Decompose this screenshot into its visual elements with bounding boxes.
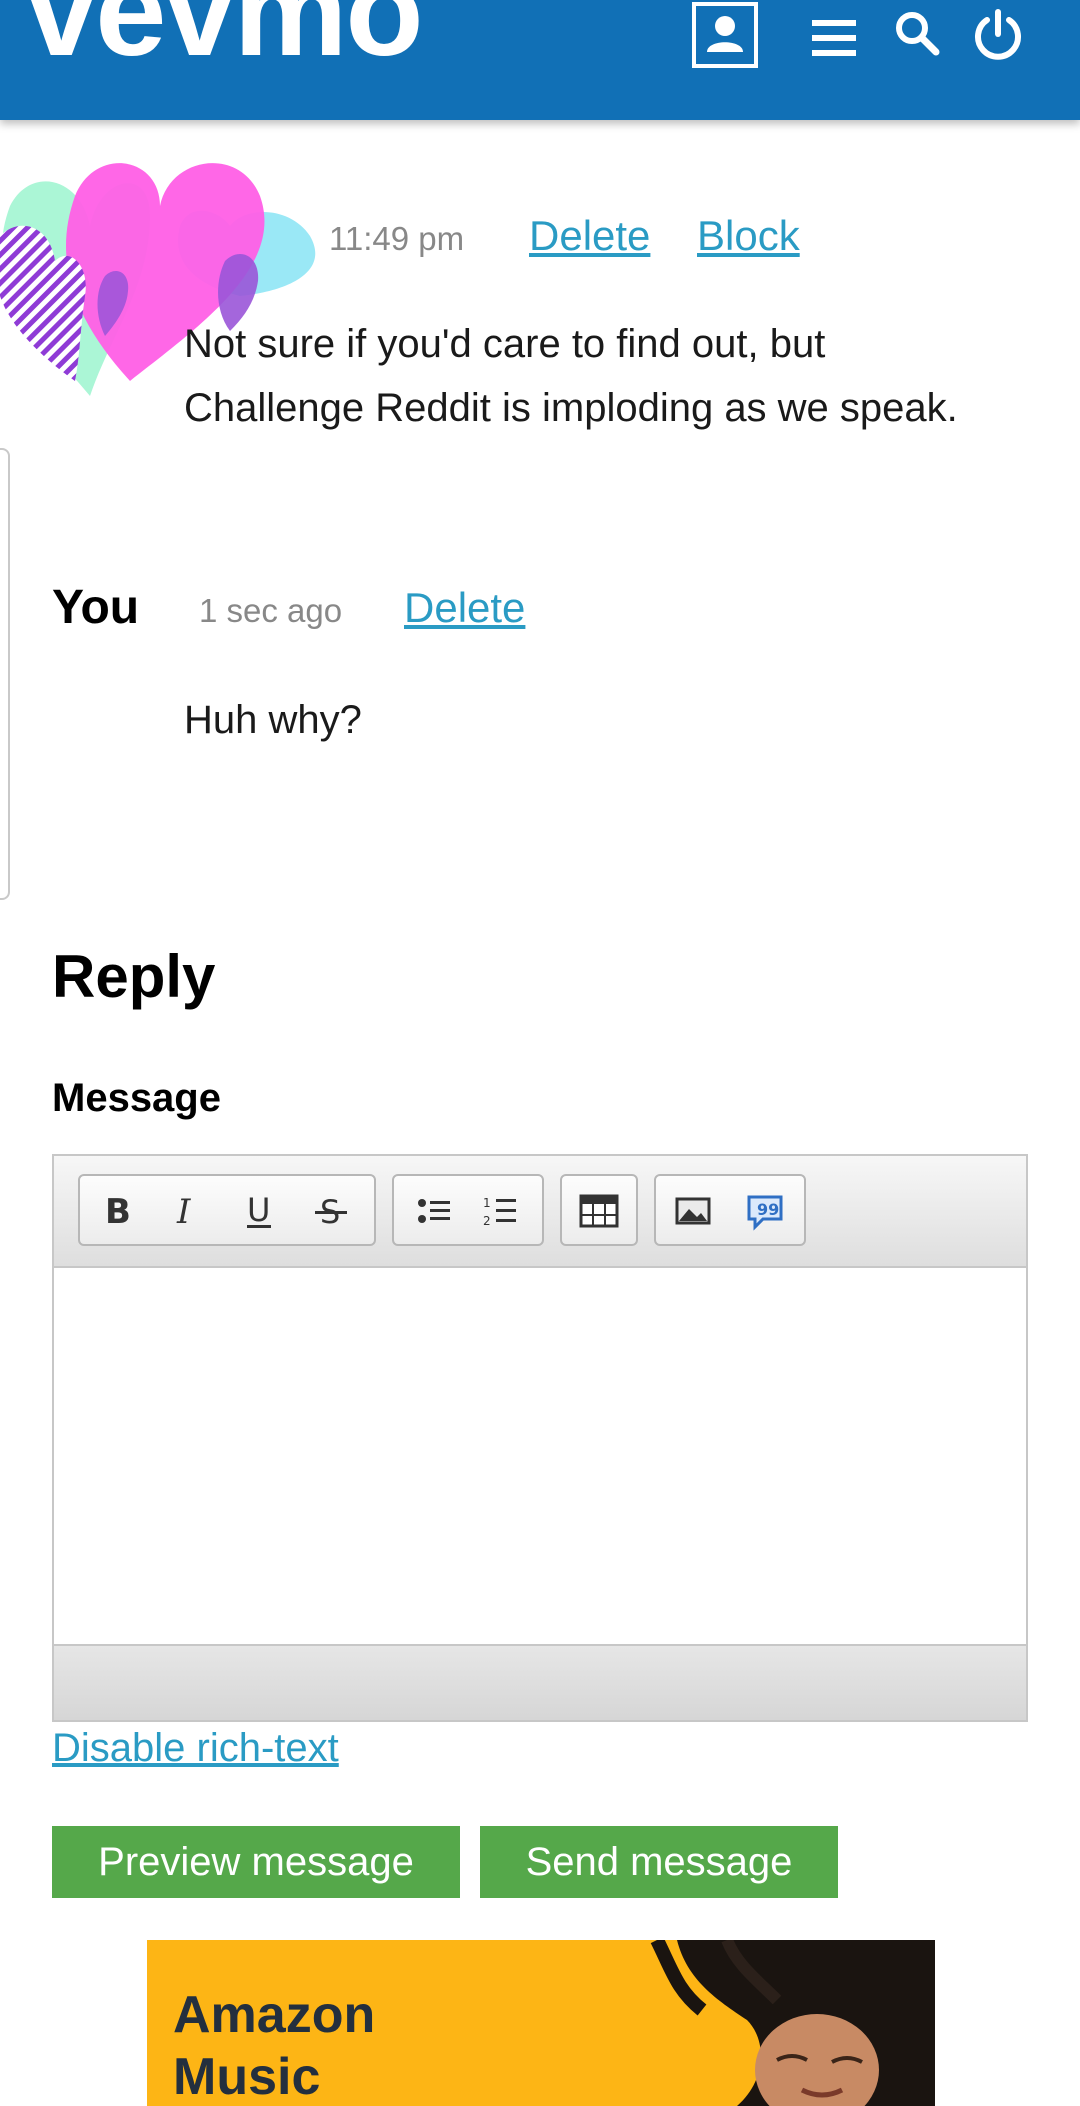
- strikethrough-icon[interactable]: S: [308, 1188, 354, 1234]
- bullet-list-icon[interactable]: [412, 1188, 458, 1234]
- delete-link[interactable]: Delete: [529, 212, 650, 260]
- table-group: [560, 1174, 638, 1246]
- svg-text:1: 1: [483, 1196, 491, 1210]
- table-icon[interactable]: [576, 1188, 622, 1234]
- message-line: Not sure if you'd care to find out, but: [184, 322, 826, 366]
- message-editor-area[interactable]: [54, 1268, 1026, 1646]
- bold-icon[interactable]: B: [94, 1188, 140, 1234]
- block-link[interactable]: Block: [697, 212, 800, 260]
- quote-icon[interactable]: 99: [742, 1188, 788, 1234]
- svg-text:99: 99: [757, 1200, 779, 1219]
- list-group: 1 2: [392, 1174, 544, 1246]
- reply-heading: Reply: [52, 943, 216, 1010]
- svg-text:2: 2: [483, 1214, 491, 1228]
- message-time: 1 sec ago: [199, 592, 343, 629]
- svg-text:U: U: [247, 1191, 270, 1229]
- ad-text: Amazon Music: [173, 1986, 376, 2106]
- message-line: Huh why?: [184, 698, 362, 742]
- search-icon[interactable]: [892, 8, 942, 58]
- amazon-music-ad[interactable]: Amazon Music: [147, 1940, 935, 2106]
- power-icon[interactable]: [970, 6, 1026, 62]
- italic-icon[interactable]: I: [164, 1188, 210, 1234]
- editor-toolbar: B I U S 1 2 99: [54, 1156, 1026, 1268]
- sender-name: You: [52, 581, 140, 634]
- image-icon[interactable]: [670, 1188, 716, 1234]
- disable-rich-text-link[interactable]: Disable rich-text: [52, 1726, 339, 1771]
- message-time: 11:49 pm: [329, 220, 465, 257]
- ad-person-image: [650, 1940, 935, 2106]
- message-line: Challenge Reddit is imploding as we spea…: [184, 386, 958, 430]
- numbered-list-icon[interactable]: 1 2: [478, 1188, 524, 1234]
- thread-frame: [0, 448, 10, 900]
- delete-link[interactable]: Delete: [404, 584, 525, 632]
- svg-text:I: I: [176, 1192, 191, 1231]
- message-text: Not sure if you'd care to find out, but …: [184, 312, 958, 440]
- preview-message-button[interactable]: Preview message: [52, 1826, 460, 1898]
- profile-icon[interactable]: [692, 2, 758, 68]
- format-group: B I U S: [78, 1174, 376, 1246]
- message-text: Huh why?: [184, 688, 362, 752]
- menu-icon[interactable]: [810, 18, 858, 58]
- send-message-button[interactable]: Send message: [480, 1826, 838, 1898]
- editor-statusbar: [54, 1644, 1026, 1720]
- insert-group: 99: [654, 1174, 806, 1246]
- message-label: Message: [52, 1076, 221, 1120]
- site-logo[interactable]: vevmo: [26, 0, 424, 76]
- rich-text-editor[interactable]: B I U S 1 2 99: [52, 1154, 1028, 1722]
- underline-icon[interactable]: U: [236, 1188, 282, 1234]
- svg-text:B: B: [105, 1192, 131, 1231]
